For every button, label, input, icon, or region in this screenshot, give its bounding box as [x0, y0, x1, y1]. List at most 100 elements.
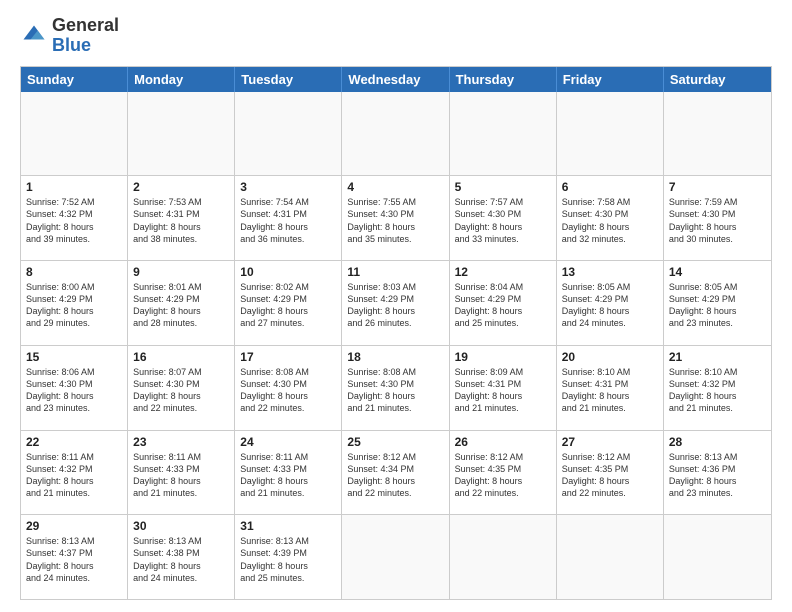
- calendar-cell-day-23: 23Sunrise: 8:11 AMSunset: 4:33 PMDayligh…: [128, 431, 235, 515]
- calendar-cell-day-6: 6 Sunrise: 7:58 AMSunset: 4:30 PMDaylight…: [557, 176, 664, 260]
- cell-info: Sunrise: 8:12 AMSunset: 4:34 PMDaylight:…: [347, 451, 443, 500]
- cell-info: Sunrise: 8:05 AMSunset: 4:29 PMDaylight:…: [669, 281, 766, 330]
- logo: General Blue: [20, 16, 119, 56]
- calendar-cell-day-3: 3 Sunrise: 7:54 AMSunset: 4:31 PMDaylight…: [235, 176, 342, 260]
- cell-info: Sunrise: 7:53 AMSunset: 4:31 PMDaylight:…: [133, 196, 229, 245]
- calendar-cell-empty: [21, 92, 128, 176]
- calendar-cell-day-1: 1Sunrise: 7:52 AMSunset: 4:32 PMDaylight…: [21, 176, 128, 260]
- day-number: 6: [562, 180, 658, 194]
- page: General Blue SundayMondayTuesdayWednesda…: [0, 0, 792, 612]
- day-number: 2: [133, 180, 229, 194]
- logo-text: General Blue: [52, 16, 119, 56]
- day-header-wednesday: Wednesday: [342, 67, 449, 92]
- day-number: 17: [240, 350, 336, 364]
- cell-info: Sunrise: 8:08 AMSunset: 4:30 PMDaylight:…: [240, 366, 336, 415]
- day-number: 9: [133, 265, 229, 279]
- day-number: 31: [240, 519, 336, 533]
- logo-general: General: [52, 15, 119, 35]
- day-number: 4: [347, 180, 443, 194]
- day-number: 18: [347, 350, 443, 364]
- cell-info: Sunrise: 8:03 AMSunset: 4:29 PMDaylight:…: [347, 281, 443, 330]
- day-header-sunday: Sunday: [21, 67, 128, 92]
- calendar-cell-day-20: 20 Sunrise: 8:10 AMSunset: 4:31 PMDayligh…: [557, 346, 664, 430]
- day-number: 3: [240, 180, 336, 194]
- day-number: 12: [455, 265, 551, 279]
- day-number: 10: [240, 265, 336, 279]
- calendar-body: 1Sunrise: 7:52 AMSunset: 4:32 PMDaylight…: [21, 92, 771, 599]
- cell-info: Sunrise: 8:13 AMSunset: 4:36 PMDaylight:…: [669, 451, 766, 500]
- calendar-cell-day-7: 7 Sunrise: 7:59 AMSunset: 4:30 PMDaylight…: [664, 176, 771, 260]
- calendar-cell-empty: [557, 515, 664, 599]
- cell-info: Sunrise: 8:02 AMSunset: 4:29 PMDaylight:…: [240, 281, 336, 330]
- calendar-cell-day-19: 19 Sunrise: 8:09 AMSunset: 4:31 PMDayligh…: [450, 346, 557, 430]
- day-number: 30: [133, 519, 229, 533]
- calendar-row-0: [21, 92, 771, 176]
- calendar-row-1: 1Sunrise: 7:52 AMSunset: 4:32 PMDaylight…: [21, 175, 771, 260]
- day-number: 13: [562, 265, 658, 279]
- calendar-cell-day-31: 31 Sunrise: 8:13 AMSunset: 4:39 PMDayligh…: [235, 515, 342, 599]
- calendar-cell-empty: [450, 515, 557, 599]
- cell-info: Sunrise: 8:13 AMSunset: 4:37 PMDaylight:…: [26, 535, 122, 584]
- calendar-cell-day-29: 29 Sunrise: 8:13 AMSunset: 4:37 PMDayligh…: [21, 515, 128, 599]
- day-header-thursday: Thursday: [450, 67, 557, 92]
- calendar-row-3: 15Sunrise: 8:06 AMSunset: 4:30 PMDayligh…: [21, 345, 771, 430]
- cell-info: Sunrise: 8:13 AMSunset: 4:38 PMDaylight:…: [133, 535, 229, 584]
- cell-info: Sunrise: 8:11 AMSunset: 4:32 PMDaylight:…: [26, 451, 122, 500]
- calendar-cell-empty: [557, 92, 664, 176]
- day-number: 28: [669, 435, 766, 449]
- day-number: 16: [133, 350, 229, 364]
- calendar-row-2: 8 Sunrise: 8:00 AMSunset: 4:29 PMDaylight…: [21, 260, 771, 345]
- calendar-cell-empty: [664, 515, 771, 599]
- cell-info: Sunrise: 8:07 AMSunset: 4:30 PMDaylight:…: [133, 366, 229, 415]
- calendar-cell-day-15: 15Sunrise: 8:06 AMSunset: 4:30 PMDayligh…: [21, 346, 128, 430]
- calendar-cell-day-13: 13Sunrise: 8:05 AMSunset: 4:29 PMDayligh…: [557, 261, 664, 345]
- day-number: 5: [455, 180, 551, 194]
- calendar-cell-empty: [450, 92, 557, 176]
- day-header-monday: Monday: [128, 67, 235, 92]
- day-header-tuesday: Tuesday: [235, 67, 342, 92]
- calendar-cell-day-2: 2 Sunrise: 7:53 AMSunset: 4:31 PMDaylight…: [128, 176, 235, 260]
- calendar-cell-day-25: 25 Sunrise: 8:12 AMSunset: 4:34 PMDayligh…: [342, 431, 449, 515]
- day-number: 8: [26, 265, 122, 279]
- day-number: 20: [562, 350, 658, 364]
- calendar-cell-empty: [664, 92, 771, 176]
- cell-info: Sunrise: 7:54 AMSunset: 4:31 PMDaylight:…: [240, 196, 336, 245]
- cell-info: Sunrise: 8:01 AMSunset: 4:29 PMDaylight:…: [133, 281, 229, 330]
- day-number: 29: [26, 519, 122, 533]
- day-number: 7: [669, 180, 766, 194]
- day-number: 23: [133, 435, 229, 449]
- cell-info: Sunrise: 8:13 AMSunset: 4:39 PMDaylight:…: [240, 535, 336, 584]
- calendar-cell-day-26: 26 Sunrise: 8:12 AMSunset: 4:35 PMDayligh…: [450, 431, 557, 515]
- day-number: 24: [240, 435, 336, 449]
- day-number: 19: [455, 350, 551, 364]
- calendar-cell-day-10: 10 Sunrise: 8:02 AMSunset: 4:29 PMDayligh…: [235, 261, 342, 345]
- cell-info: Sunrise: 8:10 AMSunset: 4:32 PMDaylight:…: [669, 366, 766, 415]
- cell-info: Sunrise: 8:00 AMSunset: 4:29 PMDaylight:…: [26, 281, 122, 330]
- day-number: 26: [455, 435, 551, 449]
- header: General Blue: [20, 16, 772, 56]
- day-number: 11: [347, 265, 443, 279]
- calendar: SundayMondayTuesdayWednesdayThursdayFrid…: [20, 66, 772, 600]
- calendar-cell-day-28: 28 Sunrise: 8:13 AMSunset: 4:36 PMDayligh…: [664, 431, 771, 515]
- cell-info: Sunrise: 8:10 AMSunset: 4:31 PMDaylight:…: [562, 366, 658, 415]
- calendar-cell-empty: [342, 515, 449, 599]
- logo-icon: [20, 22, 48, 50]
- calendar-cell-day-24: 24 Sunrise: 8:11 AMSunset: 4:33 PMDayligh…: [235, 431, 342, 515]
- cell-info: Sunrise: 7:59 AMSunset: 4:30 PMDaylight:…: [669, 196, 766, 245]
- calendar-cell-day-9: 9 Sunrise: 8:01 AMSunset: 4:29 PMDaylight…: [128, 261, 235, 345]
- calendar-cell-day-22: 22Sunrise: 8:11 AMSunset: 4:32 PMDayligh…: [21, 431, 128, 515]
- cell-info: Sunrise: 7:52 AMSunset: 4:32 PMDaylight:…: [26, 196, 122, 245]
- calendar-cell-day-17: 17 Sunrise: 8:08 AMSunset: 4:30 PMDayligh…: [235, 346, 342, 430]
- day-number: 25: [347, 435, 443, 449]
- cell-info: Sunrise: 7:58 AMSunset: 4:30 PMDaylight:…: [562, 196, 658, 245]
- cell-info: Sunrise: 8:12 AMSunset: 4:35 PMDaylight:…: [455, 451, 551, 500]
- cell-info: Sunrise: 7:55 AMSunset: 4:30 PMDaylight:…: [347, 196, 443, 245]
- cell-info: Sunrise: 8:11 AMSunset: 4:33 PMDaylight:…: [240, 451, 336, 500]
- calendar-cell-day-16: 16 Sunrise: 8:07 AMSunset: 4:30 PMDayligh…: [128, 346, 235, 430]
- calendar-cell-day-30: 30 Sunrise: 8:13 AMSunset: 4:38 PMDayligh…: [128, 515, 235, 599]
- calendar-cell-day-12: 12Sunrise: 8:04 AMSunset: 4:29 PMDayligh…: [450, 261, 557, 345]
- calendar-cell-empty: [342, 92, 449, 176]
- day-number: 15: [26, 350, 122, 364]
- cell-info: Sunrise: 8:09 AMSunset: 4:31 PMDaylight:…: [455, 366, 551, 415]
- day-header-saturday: Saturday: [664, 67, 771, 92]
